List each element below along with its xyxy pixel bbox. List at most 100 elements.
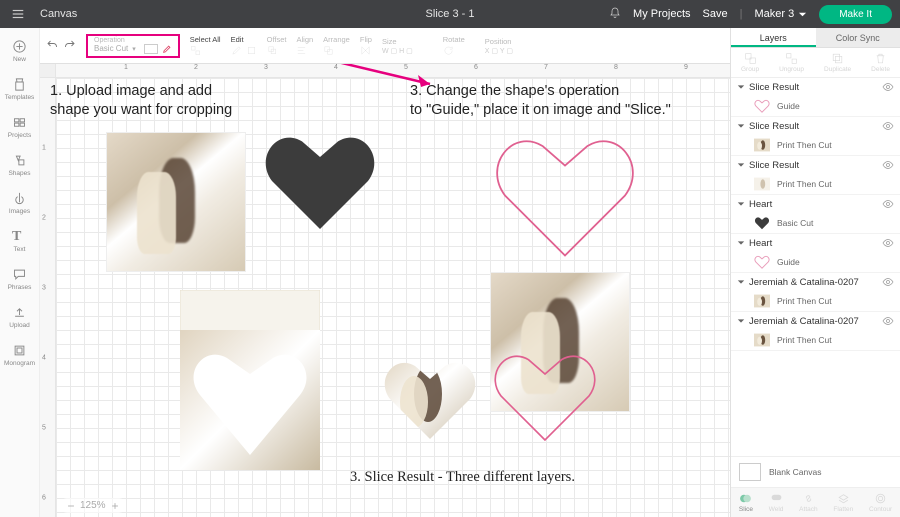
color-swatch[interactable] bbox=[144, 44, 158, 54]
layer-child[interactable]: Basic Cut bbox=[731, 213, 900, 233]
layer-thumbnail bbox=[753, 333, 771, 347]
heart-guide-on-image[interactable] bbox=[490, 128, 640, 263]
layer-child[interactable]: Guide bbox=[731, 252, 900, 272]
upload-button[interactable]: Upload bbox=[0, 300, 39, 334]
app-title: Canvas bbox=[40, 8, 77, 20]
images-button[interactable]: Images bbox=[0, 186, 39, 220]
visibility-toggle[interactable] bbox=[882, 198, 894, 210]
layer-child[interactable]: Print Then Cut bbox=[731, 174, 900, 194]
size-label[interactable]: Size bbox=[382, 37, 397, 46]
rotate-label[interactable]: Rotate bbox=[443, 35, 465, 44]
layer-group[interactable]: HeartGuide bbox=[731, 234, 900, 273]
text-button[interactable]: TText bbox=[0, 224, 39, 258]
visibility-toggle[interactable] bbox=[882, 120, 894, 132]
divider: | bbox=[740, 8, 743, 20]
notifications-icon[interactable] bbox=[609, 7, 621, 22]
arrange-label[interactable]: Arrange bbox=[323, 35, 350, 44]
left-toolbar: New Templates Projects Shapes Images TTe… bbox=[0, 28, 40, 517]
layer-name: Slice Result bbox=[749, 82, 878, 93]
layer-name: Slice Result bbox=[749, 121, 878, 132]
offset-label[interactable]: Offset bbox=[267, 35, 287, 44]
chevron-down-icon bbox=[737, 239, 745, 247]
document-title[interactable]: Slice 3 - 1 bbox=[426, 8, 475, 20]
chevron-down-icon: ▾ bbox=[132, 45, 136, 53]
align-label[interactable]: Align bbox=[296, 35, 313, 44]
tab-color-sync[interactable]: Color Sync bbox=[816, 28, 900, 47]
tab-layers[interactable]: Layers bbox=[731, 28, 816, 47]
layer-child[interactable]: Print Then Cut bbox=[731, 330, 900, 350]
flip-label[interactable]: Flip bbox=[360, 35, 372, 44]
annotation-3: 3. Change the shape's operationto "Guide… bbox=[410, 82, 671, 120]
layer-group[interactable]: Jeremiah & Catalina-0207 Print Then Cut bbox=[731, 273, 900, 312]
heart-shape-solid[interactable] bbox=[260, 126, 380, 236]
shapes-button[interactable]: Shapes bbox=[0, 148, 39, 182]
redo-button[interactable] bbox=[64, 39, 76, 53]
position-label[interactable]: Position bbox=[485, 37, 512, 46]
minus-icon[interactable] bbox=[66, 501, 76, 511]
ungroup-button[interactable]: Ungroup bbox=[779, 52, 804, 73]
layer-thumbnail bbox=[753, 99, 771, 113]
layer-child[interactable]: Print Then Cut bbox=[731, 291, 900, 311]
my-projects-link[interactable]: My Projects bbox=[633, 8, 690, 20]
layer-name: Slice Result bbox=[749, 160, 878, 171]
layer-operation: Guide bbox=[777, 257, 800, 267]
make-it-button[interactable]: Make It bbox=[819, 5, 892, 24]
templates-button[interactable]: Templates bbox=[0, 72, 39, 106]
save-button[interactable]: Save bbox=[703, 8, 728, 20]
chevron-down-icon bbox=[737, 278, 745, 286]
layer-group[interactable]: Slice Result Print Then Cut bbox=[731, 156, 900, 195]
group-button[interactable]: Group bbox=[741, 52, 759, 73]
visibility-toggle[interactable] bbox=[882, 159, 894, 171]
flatten-button[interactable]: Flatten bbox=[833, 492, 853, 513]
canvas-color-swatch[interactable] bbox=[739, 463, 761, 481]
canvas-area[interactable]: 123456789 123456 1. Upload ima bbox=[40, 64, 730, 517]
layer-group[interactable]: HeartBasic Cut bbox=[731, 195, 900, 234]
duplicate-button[interactable]: Duplicate bbox=[824, 52, 851, 73]
visibility-toggle[interactable] bbox=[882, 237, 894, 249]
layer-name: Jeremiah & Catalina-0207 bbox=[749, 277, 878, 288]
layer-operation: Print Then Cut bbox=[777, 140, 832, 150]
operation-selector[interactable]: Operation Basic Cut ▾ bbox=[86, 34, 180, 58]
visibility-toggle[interactable] bbox=[882, 315, 894, 327]
undo-button[interactable] bbox=[46, 39, 58, 53]
pencil-icon bbox=[162, 44, 172, 54]
layer-group[interactable]: Slice Result Guide bbox=[731, 78, 900, 117]
text-label: Text bbox=[14, 246, 26, 253]
phrases-button[interactable]: Phrases bbox=[0, 262, 39, 296]
chevron-down-icon bbox=[737, 161, 745, 169]
uploaded-image-1[interactable] bbox=[106, 132, 246, 272]
weld-button[interactable]: Weld bbox=[769, 492, 784, 513]
visibility-toggle[interactable] bbox=[882, 276, 894, 288]
edit-label[interactable]: Edit bbox=[231, 35, 244, 44]
select-all-label[interactable]: Select All bbox=[190, 35, 221, 44]
monogram-button[interactable]: Monogram bbox=[0, 338, 39, 372]
slice-button[interactable]: Slice bbox=[739, 492, 753, 513]
chevron-down-icon bbox=[798, 10, 807, 19]
slice-result-remainder[interactable] bbox=[180, 290, 320, 470]
machine-selector[interactable]: Maker 3 bbox=[754, 8, 807, 20]
layer-name: Jeremiah & Catalina-0207 bbox=[749, 316, 878, 327]
shapes-label: Shapes bbox=[8, 170, 30, 177]
visibility-toggle[interactable] bbox=[882, 81, 894, 93]
slice-result-heart-guide[interactable] bbox=[490, 346, 600, 446]
layer-child[interactable]: Guide bbox=[731, 96, 900, 116]
blank-canvas-row[interactable]: Blank Canvas bbox=[731, 456, 900, 487]
contour-button[interactable]: Contour bbox=[869, 492, 892, 513]
layer-operation: Guide bbox=[777, 101, 800, 111]
layer-child[interactable]: Print Then Cut bbox=[731, 135, 900, 155]
attach-button[interactable]: Attach bbox=[799, 492, 817, 513]
layer-group[interactable]: Slice Result Print Then Cut bbox=[731, 117, 900, 156]
slice-result-heart-photo[interactable] bbox=[380, 354, 480, 444]
delete-button[interactable]: Delete bbox=[871, 52, 890, 73]
plus-icon[interactable] bbox=[110, 501, 120, 511]
new-label: New bbox=[13, 56, 26, 63]
ruler-corner bbox=[40, 64, 56, 78]
new-button[interactable]: New bbox=[0, 34, 39, 68]
projects-button[interactable]: Projects bbox=[0, 110, 39, 144]
main-menu-button[interactable] bbox=[0, 7, 36, 21]
zoom-control[interactable]: 125% bbox=[60, 498, 126, 513]
zoom-value: 125% bbox=[80, 500, 106, 511]
layer-group[interactable]: Jeremiah & Catalina-0207 Print Then Cut bbox=[731, 312, 900, 351]
phrases-label: Phrases bbox=[8, 284, 32, 291]
edit-toolbar: Operation Basic Cut ▾ Select All Edit Of… bbox=[40, 28, 730, 64]
